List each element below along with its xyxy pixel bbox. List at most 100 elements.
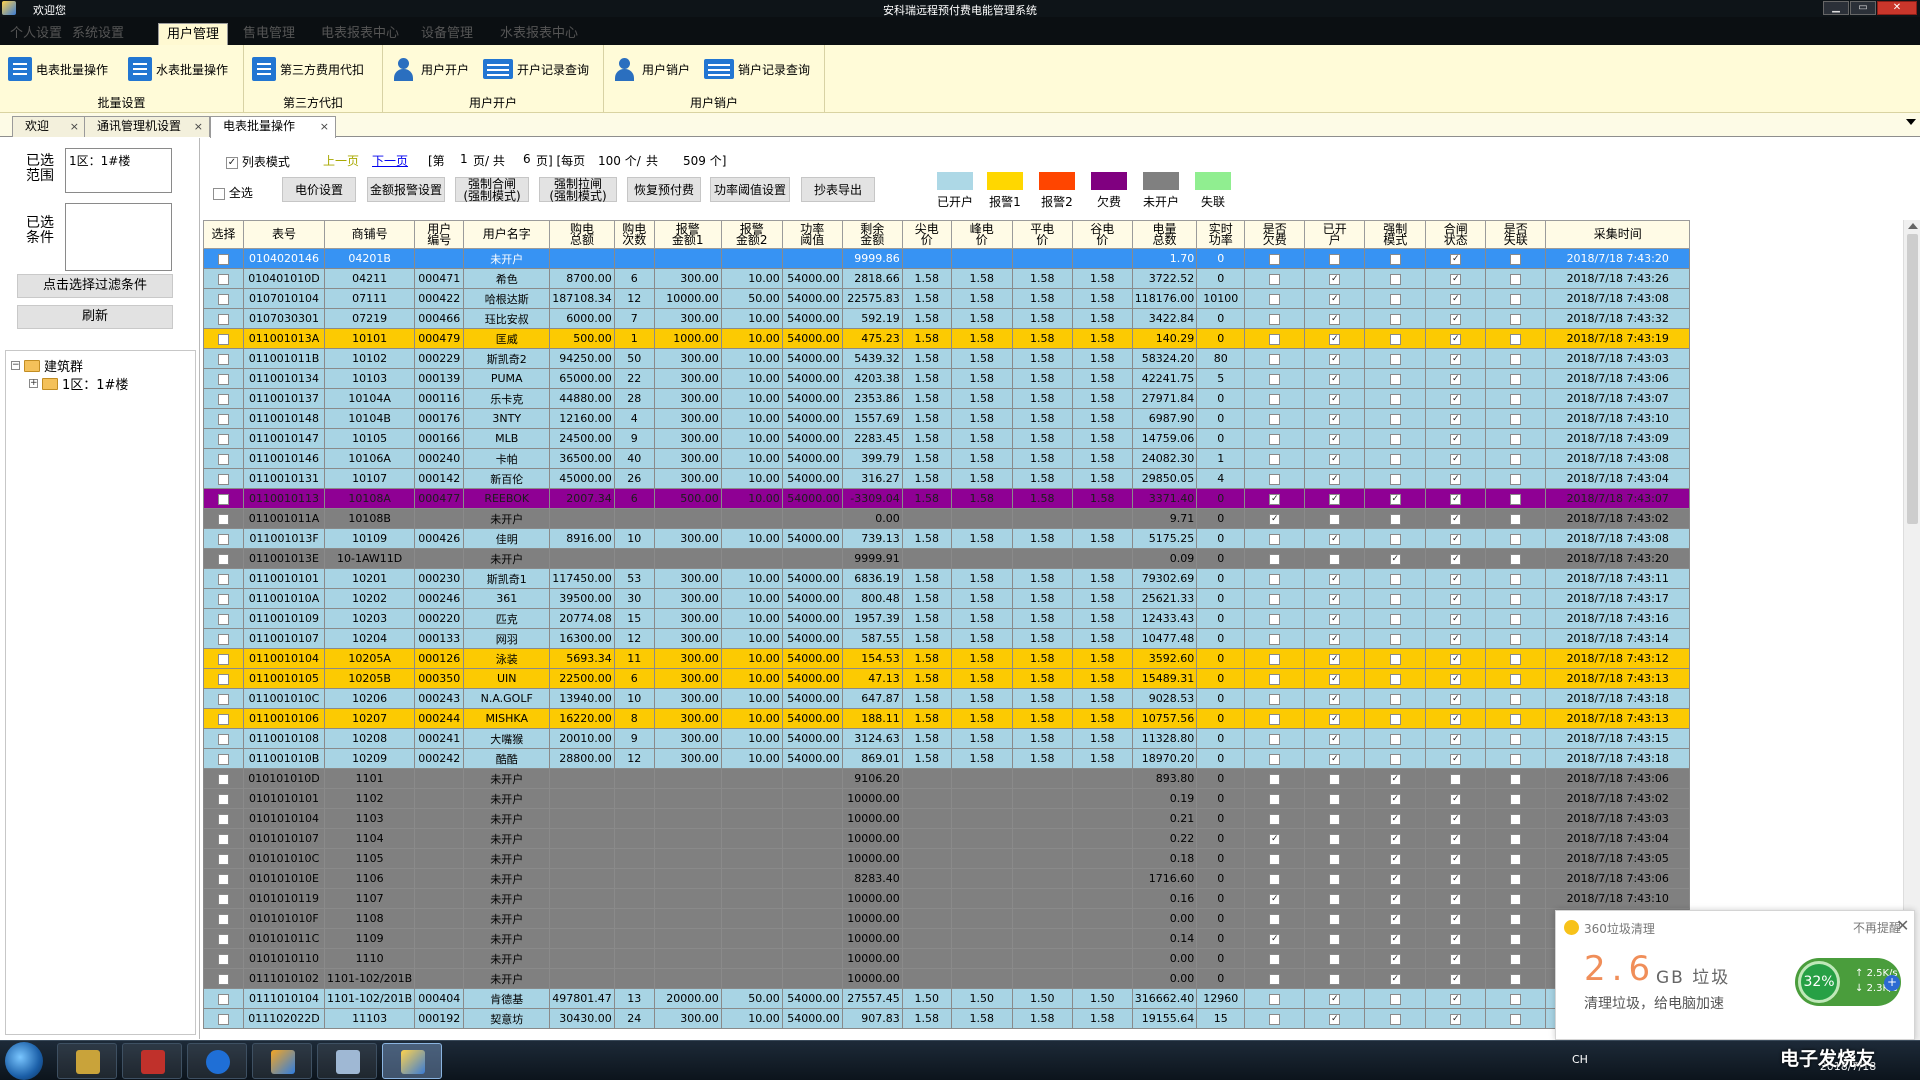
row-status-checkbox[interactable]: ✓	[1304, 348, 1366, 369]
checkbox[interactable]: ✓	[1329, 413, 1341, 425]
table-row[interactable]: 011001010C 10206 000243 N.A.GOLF 13940.00 10 3…	[203, 688, 1691, 709]
checkbox[interactable]: ✓	[1450, 513, 1462, 525]
row-status-checkbox[interactable]	[1244, 528, 1306, 549]
checkbox[interactable]: ✓	[1329, 1013, 1341, 1025]
checkbox[interactable]: ✓	[1389, 953, 1401, 965]
checkbox[interactable]	[1269, 353, 1281, 365]
checkbox[interactable]	[1510, 853, 1522, 865]
checkbox[interactable]: ✓	[1450, 913, 1462, 925]
tab-welcome[interactable]: 欢迎 ×	[12, 116, 86, 137]
row-status-checkbox[interactable]: ✓	[1425, 288, 1487, 309]
row-status-checkbox[interactable]	[1244, 748, 1306, 769]
row-status-checkbox[interactable]	[1485, 448, 1547, 469]
checkbox[interactable]	[1329, 773, 1341, 785]
row-status-checkbox[interactable]	[1244, 548, 1306, 569]
checkbox[interactable]	[1510, 893, 1522, 905]
checkbox[interactable]	[1269, 333, 1281, 345]
checkbox[interactable]	[218, 893, 229, 905]
row-status-checkbox[interactable]: ✓	[1304, 448, 1366, 469]
row-status-checkbox[interactable]	[1244, 808, 1306, 829]
row-status-checkbox[interactable]: ✓	[1425, 268, 1487, 289]
checkbox[interactable]	[1389, 613, 1401, 625]
row-select-checkbox[interactable]	[203, 688, 244, 709]
table-row[interactable]: 0111010104 1101-102/201B 000404 肯德基 497801.4…	[203, 988, 1691, 1009]
row-select-checkbox[interactable]	[203, 668, 244, 689]
checkbox[interactable]	[1510, 313, 1522, 325]
checkbox[interactable]	[1510, 693, 1522, 705]
row-status-checkbox[interactable]: ✓	[1304, 628, 1366, 649]
table-row[interactable]: 0110010109 10203 000220 匹克 20774.08 15 300.00 1…	[203, 608, 1691, 629]
row-status-checkbox[interactable]: ✓	[1244, 928, 1306, 949]
row-status-checkbox[interactable]	[1485, 288, 1547, 309]
row-status-checkbox[interactable]: ✓	[1364, 488, 1427, 509]
row-select-checkbox[interactable]	[203, 408, 244, 429]
checkbox[interactable]	[1389, 253, 1401, 265]
row-status-checkbox[interactable]	[1485, 908, 1547, 929]
row-status-checkbox[interactable]	[1485, 508, 1547, 529]
checkbox[interactable]	[218, 353, 229, 365]
checkbox[interactable]: ✓	[1329, 573, 1341, 585]
row-status-checkbox[interactable]: ✓	[1364, 808, 1427, 829]
table-row[interactable]: 0101010110 1110 未开户 10000.00 0.00 0 ✓ ✓	[203, 948, 1691, 969]
table-row[interactable]: 0110010147 10105 000166 MLB 24500.00 9 300.00 1…	[203, 428, 1691, 449]
checkbox[interactable]	[1510, 553, 1522, 565]
row-status-checkbox[interactable]: ✓	[1425, 308, 1487, 329]
checkbox[interactable]	[218, 333, 229, 345]
checkbox[interactable]: ✓	[1329, 733, 1341, 745]
checkbox[interactable]	[1329, 253, 1341, 265]
row-select-checkbox[interactable]	[203, 788, 244, 809]
table-row[interactable]: 0104020146 04201B 未开户 9999.86 1.70 0 ✓ 2018/7/1…	[203, 248, 1691, 269]
row-status-checkbox[interactable]	[1485, 468, 1547, 489]
checkbox[interactable]	[218, 533, 229, 545]
row-status-checkbox[interactable]	[1485, 788, 1547, 809]
row-status-checkbox[interactable]: ✓	[1425, 528, 1487, 549]
checkbox[interactable]	[1269, 453, 1281, 465]
checkbox[interactable]	[218, 813, 229, 825]
checkbox[interactable]	[218, 553, 229, 565]
row-select-checkbox[interactable]	[203, 648, 244, 669]
checkbox[interactable]	[218, 593, 229, 605]
next-page-link[interactable]: 下一页	[372, 152, 408, 169]
column-header[interactable]: 是否 欠费	[1244, 220, 1306, 249]
row-select-checkbox[interactable]	[203, 568, 244, 589]
checkbox[interactable]: ✓	[1450, 993, 1462, 1005]
row-status-checkbox[interactable]	[1244, 448, 1306, 469]
row-status-checkbox[interactable]	[1364, 288, 1427, 309]
checkbox[interactable]: ✓	[1450, 493, 1462, 505]
row-status-checkbox[interactable]	[1364, 448, 1427, 469]
checkbox[interactable]: ✓	[1389, 493, 1401, 505]
checkbox[interactable]	[218, 273, 229, 285]
row-status-checkbox[interactable]: ✓	[1304, 268, 1366, 289]
checkbox[interactable]	[218, 933, 229, 945]
checkbox[interactable]	[1329, 553, 1341, 565]
row-status-checkbox[interactable]: ✓	[1425, 408, 1487, 429]
checkbox[interactable]	[1510, 953, 1522, 965]
row-status-checkbox[interactable]	[1304, 908, 1366, 929]
row-status-checkbox[interactable]	[1304, 508, 1366, 529]
checkbox[interactable]	[1389, 753, 1401, 765]
row-status-checkbox[interactable]: ✓	[1304, 648, 1366, 669]
row-status-checkbox[interactable]	[1244, 328, 1306, 349]
row-status-checkbox[interactable]: ✓	[1244, 888, 1306, 909]
checkbox[interactable]	[218, 253, 229, 265]
checkbox[interactable]: ✓	[1329, 433, 1341, 445]
row-status-checkbox[interactable]	[1485, 488, 1547, 509]
checkbox[interactable]	[1510, 1013, 1522, 1025]
table-row[interactable]: 0101010119 1107 未开户 10000.00 0.16 0 ✓ ✓ ✓ 2018/7/…	[203, 888, 1691, 909]
row-status-checkbox[interactable]	[1485, 568, 1547, 589]
row-select-checkbox[interactable]	[203, 708, 244, 729]
checkbox[interactable]: ✓	[1450, 593, 1462, 605]
force-close-button[interactable]: 强制合闸 (强制模式)	[455, 177, 529, 202]
column-header[interactable]: 报警 金额1	[653, 220, 722, 249]
row-status-checkbox[interactable]: ✓	[1364, 908, 1427, 929]
row-select-checkbox[interactable]	[203, 728, 244, 749]
checkbox[interactable]	[1329, 953, 1341, 965]
row-status-checkbox[interactable]: ✓	[1425, 368, 1487, 389]
checkbox[interactable]	[1269, 253, 1281, 265]
checkbox[interactable]	[1510, 753, 1522, 765]
checkbox[interactable]: ✓	[1329, 453, 1341, 465]
checkbox[interactable]	[1389, 993, 1401, 1005]
table-row[interactable]: 010101011C 1109 未开户 10000.00 0.14 0 ✓ ✓ ✓	[203, 928, 1691, 949]
tree-node-root[interactable]: − 建筑群	[11, 356, 83, 375]
row-status-checkbox[interactable]: ✓	[1425, 688, 1487, 709]
